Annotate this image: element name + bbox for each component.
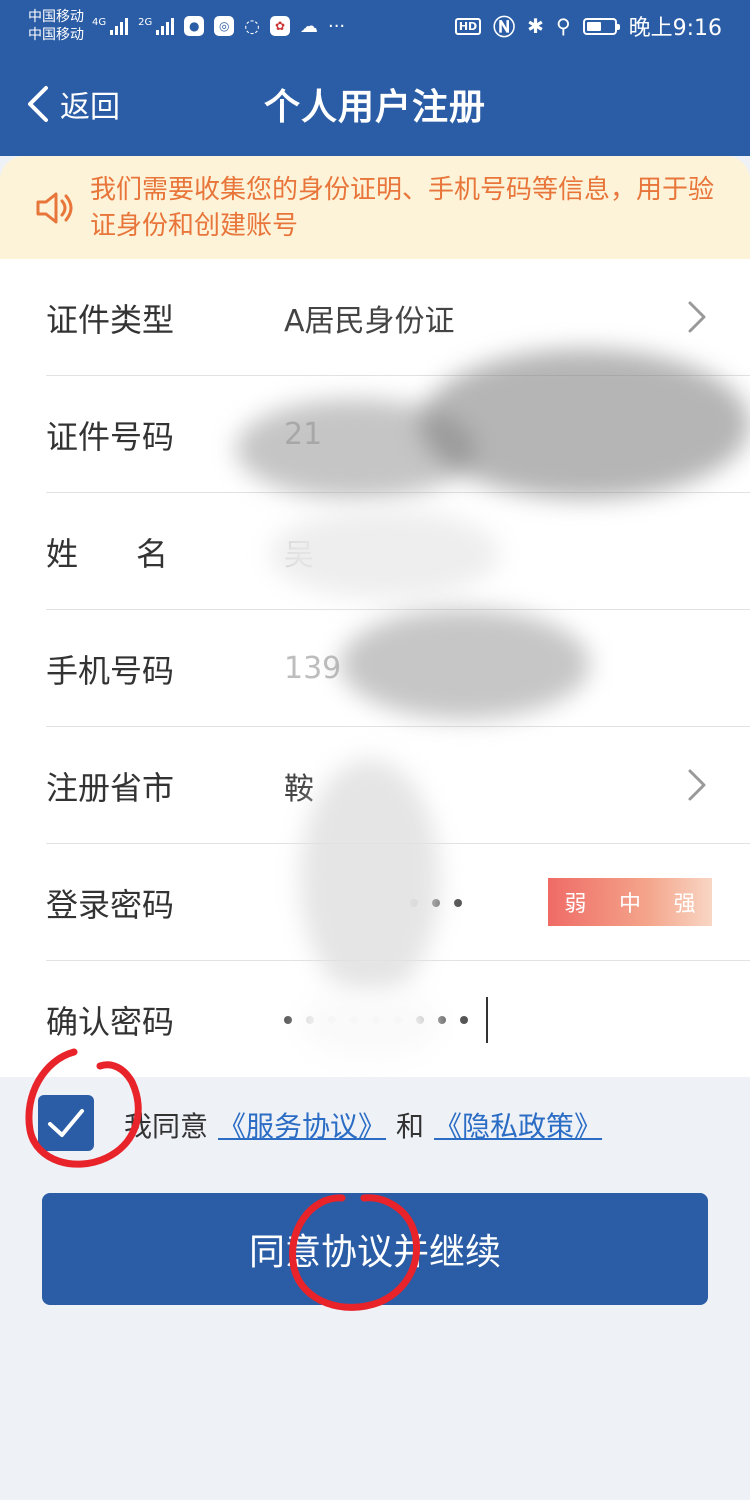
agree-prefix: 我同意 [124, 1110, 209, 1143]
signal-icon-1: 4G [92, 17, 129, 35]
chat-bubble-icon: ◌ [244, 15, 260, 37]
nav-bar: 返回 个人用户注册 [0, 52, 750, 156]
shield-icon: ● [184, 16, 205, 36]
status-icons-right: HD Ⓝ ✱ ⚲ 晚上9:16 [454, 10, 722, 42]
location-icon: ⚲ [555, 14, 571, 38]
field-label: 姓名 [46, 534, 227, 573]
field-label: 注册省市 [46, 768, 175, 807]
field-name[interactable]: 姓名 吴 [46, 493, 750, 610]
clock: 晚上9:16 [628, 16, 722, 41]
field-phone[interactable]: 手机号码 139 [46, 610, 750, 727]
check-icon [48, 1109, 84, 1137]
page-title: 个人用户注册 [263, 87, 486, 128]
id-type-select[interactable]: A居民身份证 [284, 296, 750, 340]
strength-strong: 强 [673, 892, 696, 917]
agreement-text: 我同意 《服务协议》 和 《隐私政策》 [124, 1105, 602, 1145]
strength-weak: 弱 [564, 892, 587, 917]
wechat-icon: ☁ [299, 15, 318, 37]
notice-text: 我们需要收集您的身份证明、手机号码等信息，用于验证身份和创建账号 [90, 174, 715, 241]
privacy-policy-link[interactable]: 《隐私政策》 [434, 1105, 602, 1145]
region-select[interactable]: 鞍 [284, 764, 750, 808]
id-number-input[interactable]: 21 [284, 417, 750, 452]
more-icon: ··· [327, 15, 346, 37]
nfc-icon: Ⓝ [493, 16, 516, 41]
battery-icon [582, 17, 620, 35]
field-id-type[interactable]: 证件类型 A居民身份证 [46, 259, 750, 376]
field-label: 登录密码 [46, 885, 175, 924]
service-agreement-link[interactable]: 《服务协议》 [218, 1105, 386, 1145]
agree-continue-button[interactable]: 同意协议并继续 [42, 1193, 708, 1305]
field-id-number[interactable]: 证件号码 21 [46, 376, 750, 493]
speaker-icon [36, 192, 73, 223]
field-label: 确认密码 [46, 1002, 175, 1041]
signal-icon-2: 2G [138, 17, 175, 35]
phone-input[interactable]: 139 [284, 651, 750, 686]
carrier-names: 中国移动 中国移动 [28, 8, 84, 44]
bluetooth-icon: ✱ [527, 14, 544, 38]
field-label: 手机号码 [46, 651, 175, 690]
agreement-row: 我同意 《服务协议》 和 《隐私政策》 [0, 1077, 750, 1177]
field-region[interactable]: 注册省市 鞍 [46, 727, 750, 844]
password-strength-meter: 弱 中 强 [548, 878, 712, 926]
app-icon: ◎ [214, 16, 235, 36]
chevron-right-icon [688, 301, 706, 333]
field-label: 证件号码 [46, 417, 175, 456]
chevron-right-icon [688, 769, 706, 801]
agree-and: 和 [396, 1110, 425, 1143]
text-caret [486, 996, 488, 1043]
field-confirm-password[interactable]: 确认密码 [46, 961, 750, 1078]
confirm-password-input[interactable] [284, 996, 750, 1043]
strength-medium: 中 [618, 892, 641, 917]
name-input[interactable]: 吴 [284, 530, 750, 574]
field-label: 证件类型 [46, 300, 175, 339]
status-icons-left: 4G 2G ● ◎ ◌ ✿ ☁ ··· [92, 16, 345, 37]
battery-level [586, 21, 601, 31]
carrier-1: 中国移动 [28, 9, 84, 25]
password-dots [284, 996, 750, 1043]
notice-banner: 我们需要收集您的身份证明、手机号码等信息，用于验证身份和创建账号 [0, 156, 750, 259]
hd-icon: HD [454, 17, 482, 35]
carrier-2: 中国移动 [28, 27, 84, 43]
status-bar: 中国移动 中国移动 4G 2G ● ◎ ◌ ✿ ☁ ··· HD Ⓝ ✱ ⚲ 晚… [0, 0, 750, 52]
registration-form: 证件类型 A居民身份证 证件号码 21 姓名 吴 手机号码 139 注册省市 鞍… [0, 259, 750, 1077]
baidu-icon: ✿ [269, 16, 290, 36]
agree-checkbox[interactable] [38, 1095, 94, 1151]
